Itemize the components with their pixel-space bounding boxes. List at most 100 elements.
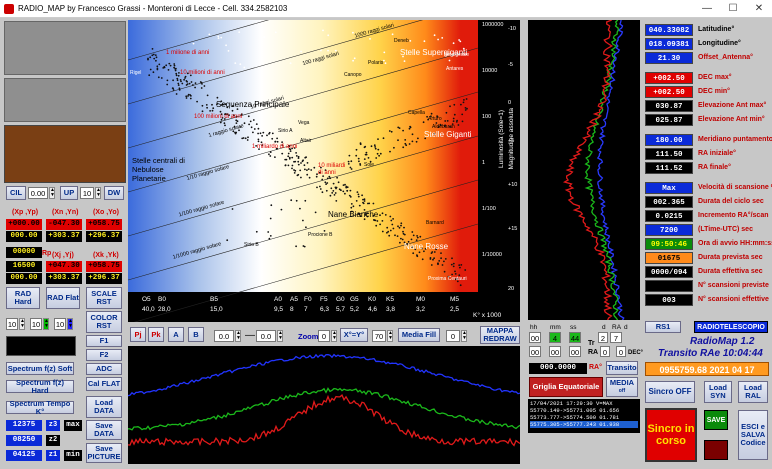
sincro-off-button[interactable]: Sincro OFF bbox=[645, 381, 695, 403]
up-spinner[interactable]: ▲ ▼ bbox=[95, 187, 101, 199]
v70-input[interactable]: 70 bbox=[372, 330, 386, 342]
spectral-class-label: A5 bbox=[290, 296, 298, 303]
blue-channel-spinner[interactable]: ▲ ▼ bbox=[67, 318, 73, 330]
cil-value[interactable]: 0.00 bbox=[28, 187, 48, 199]
f2-button[interactable]: F2 bbox=[86, 349, 122, 361]
xk-yk-label: (Xk ,Yk) bbox=[93, 252, 119, 259]
up-value[interactable]: 10 bbox=[80, 187, 94, 199]
pj-button[interactable]: Pj bbox=[130, 327, 146, 342]
transito-button[interactable]: Transito bbox=[606, 361, 638, 375]
seconds-2-input[interactable]: 00 bbox=[569, 346, 581, 357]
durata-eff-label-value: 0000/094 bbox=[645, 266, 693, 278]
mappa-redraw-button[interactable]: MAPPA REDRAW bbox=[480, 326, 520, 344]
blue-channel-value[interactable]: 10 bbox=[54, 318, 66, 330]
green-channel-spinner[interactable]: ▲ ▼ bbox=[43, 318, 49, 330]
scansioni-prev-label: N° scansioni previste bbox=[698, 282, 769, 289]
ltime-label-value: 7200 bbox=[645, 224, 693, 236]
maximize-button[interactable]: ☐ bbox=[720, 0, 746, 18]
event-log[interactable]: 17/04/2021 17:29:30 V=MAX 55770.149->557… bbox=[528, 399, 640, 433]
media-fill-button[interactable]: Media Fill bbox=[398, 328, 440, 342]
spectrum-soft-button[interactable]: Spectrum f(z) Soft bbox=[6, 362, 74, 375]
log-line-selected: 55775.305->55777.243 01.938 bbox=[530, 421, 638, 428]
minimize-button[interactable]: — bbox=[694, 0, 720, 18]
ra-input[interactable]: 0 bbox=[600, 346, 610, 357]
v70-spinner[interactable]: ▲ ▼ bbox=[387, 330, 393, 342]
value-2-spinner[interactable]: ▲ ▼ bbox=[277, 330, 283, 342]
datetime-display: 0955759.68 2021 04 17 bbox=[645, 362, 769, 376]
star-label-sirio-a: Sirio A bbox=[278, 128, 293, 134]
save-picture-button[interactable]: Save PICTURE bbox=[86, 443, 122, 463]
cil-button[interactable]: CIL bbox=[6, 186, 26, 200]
z2-label: z2 bbox=[46, 435, 60, 446]
cal-flat-button[interactable]: Cal FLAT bbox=[86, 377, 122, 391]
rad-hard-button[interactable]: RAD Hard bbox=[6, 287, 40, 309]
save-data-button[interactable]: Save DATA bbox=[86, 420, 122, 440]
red-channel-spinner[interactable]: ▲ ▼ bbox=[19, 318, 25, 330]
log-line: 17/04/2021 17:29:30 V=MAX bbox=[530, 400, 613, 407]
media-fill-input[interactable]: 0 bbox=[446, 330, 460, 342]
scale-rst-button[interactable]: SCALE RST bbox=[86, 287, 122, 309]
spectrum-tempo-button[interactable]: Spectrum Tempo K° bbox=[6, 399, 74, 415]
spectrum-hard-button[interactable]: Spectrum f(z) Hard bbox=[6, 378, 74, 394]
temperature-unit: K° x 1000 bbox=[473, 312, 502, 319]
media-button[interactable]: MEDIA off bbox=[606, 377, 638, 397]
value-1-spinner[interactable]: ▲ ▼ bbox=[235, 330, 241, 342]
esci-salva-button[interactable]: ESCI e SALVA Codice bbox=[738, 410, 768, 460]
d-input[interactable]: 7 bbox=[610, 332, 622, 343]
star-label-rigel: Rigel bbox=[130, 70, 142, 76]
cil-spinner[interactable]: ▲ ▼ bbox=[49, 187, 55, 199]
temperature-label: 4,6 bbox=[368, 306, 378, 313]
row4-value-1: 000.00 bbox=[6, 273, 42, 284]
a-button[interactable]: A bbox=[168, 327, 184, 342]
longitudine-label-value: 018.09381 bbox=[645, 38, 693, 50]
zoom-spinner[interactable]: ▲ ▼ bbox=[331, 330, 337, 342]
b-button[interactable]: B bbox=[188, 327, 204, 342]
velocita-label-value[interactable]: Max bbox=[645, 182, 693, 194]
spectral-class-label: M0 bbox=[416, 296, 426, 303]
title-bar: RADIO_MAP by Francesco Grassi - Monteron… bbox=[0, 0, 772, 18]
durata-ciclo-label-value: 002.365 bbox=[645, 196, 693, 208]
star-label-proxima: Proxima Centauri bbox=[428, 276, 467, 282]
griglia-equatoriale-button[interactable]: Griglia Equatoriale bbox=[529, 377, 603, 397]
adc-button[interactable]: ADC bbox=[86, 363, 122, 375]
color-rst-button[interactable]: COLOR RST bbox=[86, 311, 122, 333]
temperature-label: 7 bbox=[304, 306, 308, 313]
hours-input[interactable]: 00 bbox=[529, 332, 541, 343]
minutes-input[interactable]: 4 bbox=[549, 332, 561, 343]
age-1m: 1 milione di anni bbox=[166, 50, 210, 56]
load-syn-button[interactable]: Load SYN bbox=[704, 381, 732, 403]
red-channel-value[interactable]: 10 bbox=[6, 318, 18, 330]
value-2-input[interactable]: 0.0 bbox=[256, 330, 276, 342]
minutes-2-input[interactable]: 00 bbox=[549, 346, 561, 357]
rad-flat-button[interactable]: RAD Flat bbox=[46, 287, 80, 309]
pk-button[interactable]: Pk bbox=[148, 327, 164, 342]
region-red-dwarfs: Nane Rosse bbox=[404, 242, 449, 251]
close-button[interactable]: ✕ bbox=[746, 0, 772, 18]
xj-value: +047.30 bbox=[46, 261, 82, 272]
spectral-class-label: A0 bbox=[274, 296, 282, 303]
app-name: RadioMap 1.2 bbox=[690, 336, 755, 347]
temperature-label: 3,8 bbox=[386, 306, 396, 313]
hr-diagram[interactable]: Stelle Supergiganti Sequenza Principale … bbox=[128, 20, 520, 322]
seconds-input[interactable]: 44 bbox=[569, 332, 581, 343]
sincro-in-corso-button[interactable]: Sincro in corso bbox=[645, 408, 697, 462]
up-button[interactable]: UP bbox=[60, 186, 78, 200]
dw-button[interactable]: DW bbox=[104, 186, 124, 200]
d2-input[interactable]: 0 bbox=[616, 346, 626, 357]
rs1-button[interactable]: RS1 bbox=[645, 321, 681, 333]
f1-button[interactable]: F1 bbox=[86, 335, 122, 347]
star-label-sirio-b: Sirio B bbox=[244, 242, 259, 248]
value-1-input[interactable]: 0.0 bbox=[214, 330, 234, 342]
log-line: 55770.149->55771.005 01.656 bbox=[530, 407, 620, 414]
load-ral-button[interactable]: Load RAL bbox=[738, 381, 768, 403]
green-channel-value[interactable]: 10 bbox=[30, 318, 42, 330]
save-button[interactable]: SAVE bbox=[704, 410, 728, 430]
media-fill-spinner[interactable]: ▲ ▼ bbox=[461, 330, 467, 342]
spectral-class-label: B5 bbox=[210, 296, 218, 303]
x-equals-y-button[interactable]: X°=Y° bbox=[340, 328, 368, 342]
yn-value: +303.37 bbox=[46, 231, 82, 242]
hours-2-input[interactable]: 00 bbox=[529, 346, 541, 357]
zoom-input[interactable]: 0 bbox=[318, 330, 330, 342]
tr-input[interactable]: 2 bbox=[598, 332, 608, 343]
load-data-button[interactable]: Load DATA bbox=[86, 396, 122, 418]
